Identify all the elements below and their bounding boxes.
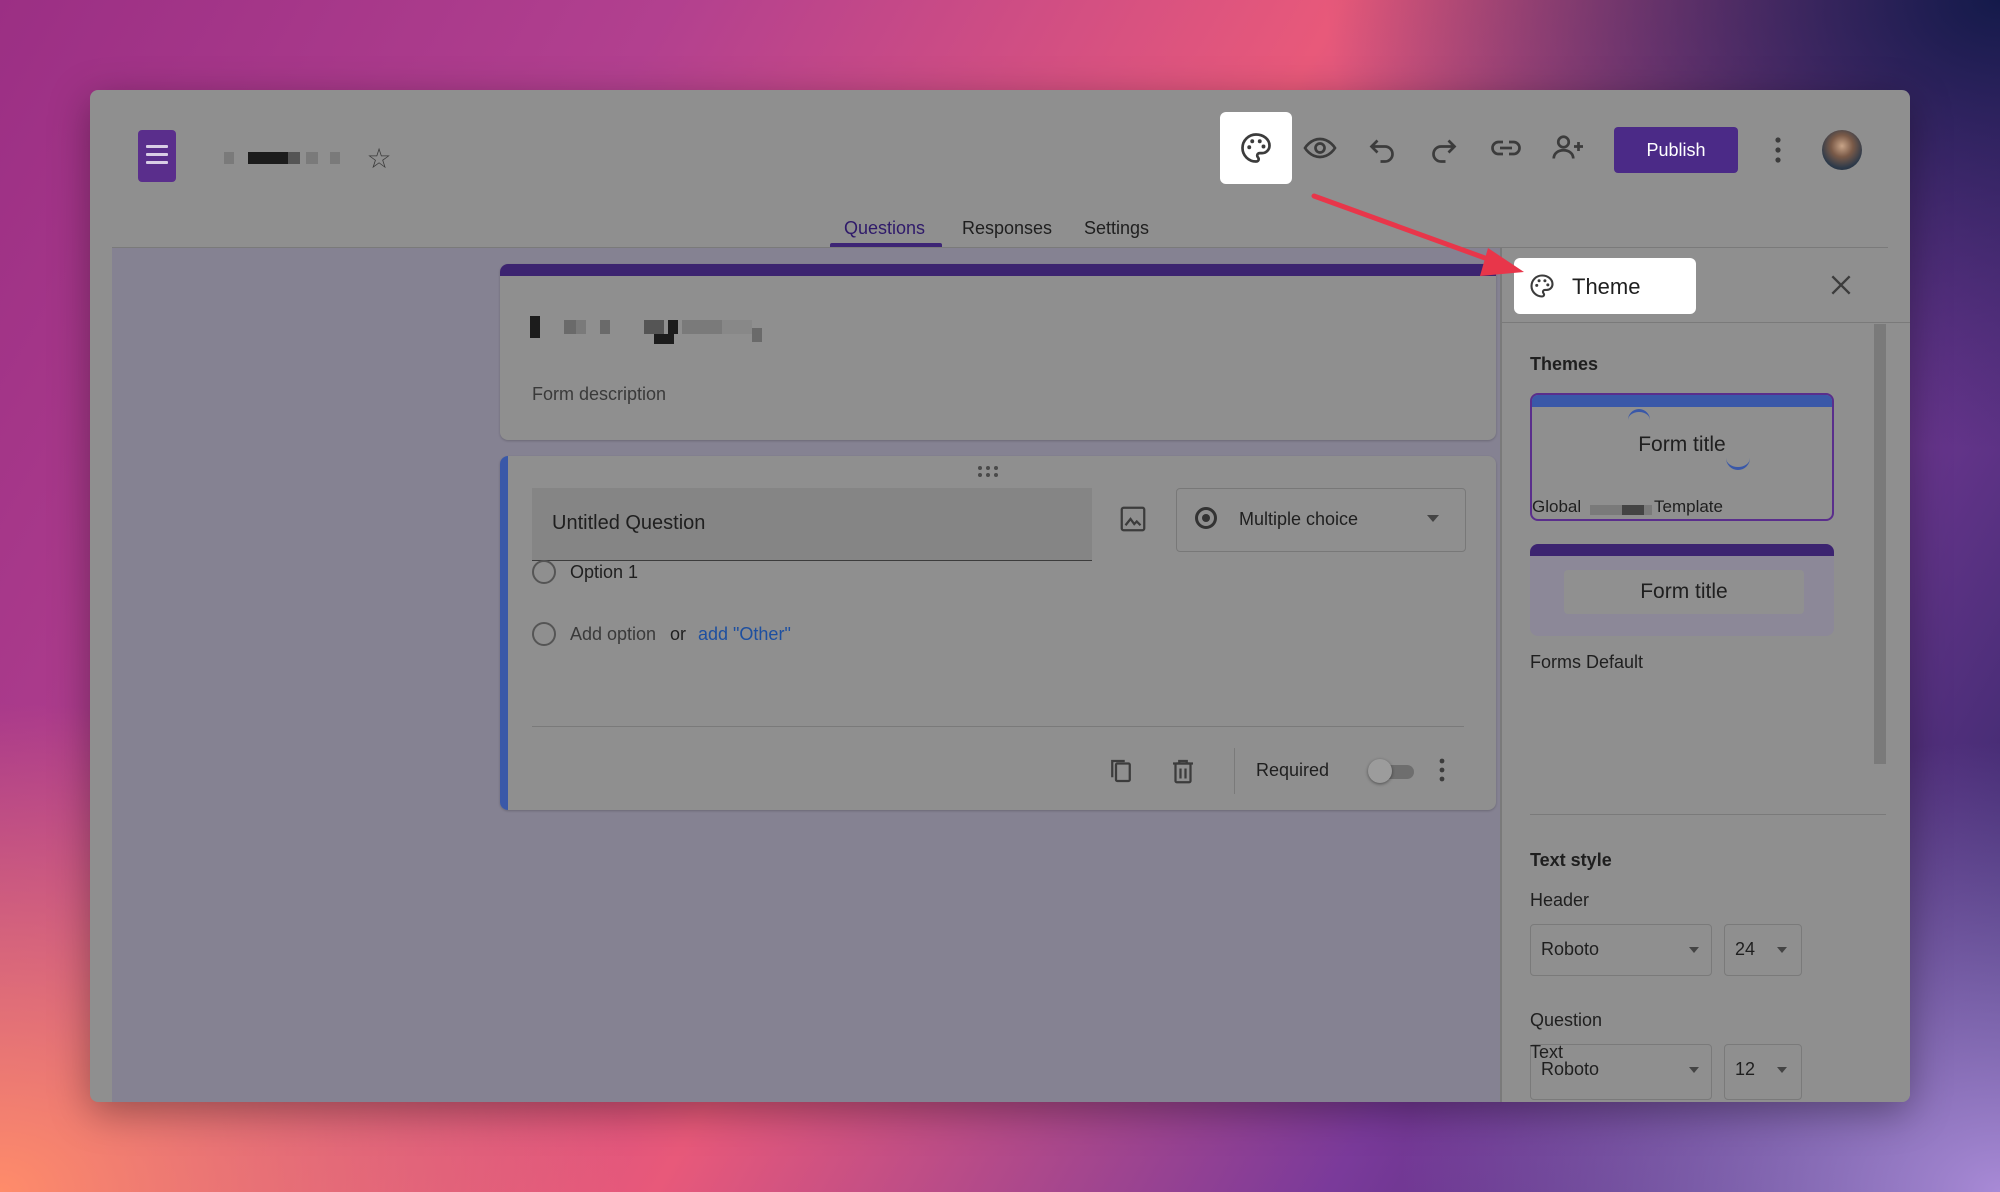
question-type-dropdown[interactable]: Multiple choice (1176, 488, 1466, 552)
header-size-value: 24 (1735, 939, 1756, 959)
theme-decoration (1726, 453, 1750, 470)
image-icon[interactable] (1118, 504, 1148, 534)
theme-section-divider (1530, 814, 1886, 815)
question-title-input[interactable]: Untitled Question (532, 488, 1092, 561)
forms-window: ☆ Publish Questions Responses Settings F… (90, 90, 1910, 1102)
or-label: or (670, 624, 687, 644)
eye-icon[interactable] (1302, 130, 1338, 166)
kebab-icon[interactable] (1772, 134, 1784, 166)
theme-card-global-template[interactable]: Form title Global Template (1530, 393, 1834, 521)
theme-title-text: Theme (1572, 274, 1641, 299)
question-type-label: Multiple choice (1239, 509, 1359, 529)
question-more-icon[interactable] (1436, 756, 1448, 784)
question-footer-divider (532, 726, 1464, 727)
theme-card-preview-title: Form title (1638, 433, 1726, 456)
form-description-field[interactable]: Form description (532, 384, 666, 405)
theme-card-accent-bar (1532, 395, 1832, 407)
redo-icon[interactable] (1426, 130, 1462, 166)
header-font-value: Roboto (1541, 939, 1600, 959)
tab-questions[interactable]: Questions (844, 218, 925, 239)
palette-button[interactable] (1220, 112, 1292, 184)
required-toggle[interactable] (1368, 759, 1416, 783)
publish-button[interactable]: Publish (1614, 127, 1738, 173)
header-style-label: Header (1530, 890, 1590, 910)
drag-handle-icon[interactable] (978, 466, 1000, 478)
form-header-card[interactable]: Form description (500, 264, 1496, 440)
theme-panel-divider (1502, 322, 1910, 323)
theme-card-name: Forms Default (1530, 652, 1644, 672)
chevron-down-icon (1777, 1067, 1787, 1073)
undo-icon[interactable] (1364, 130, 1400, 166)
theme-card-preview-title: Form title (1640, 580, 1728, 603)
question-size-select[interactable]: 12 (1724, 1044, 1802, 1100)
theme-card-accent-bar (1530, 544, 1834, 556)
themes-heading: Themes (1530, 354, 1599, 374)
chevron-down-icon (1777, 947, 1787, 953)
chevron-down-icon (1689, 1067, 1699, 1073)
footer-vertical-divider (1234, 748, 1235, 794)
required-label: Required (1256, 760, 1330, 780)
add-person-icon[interactable] (1550, 130, 1586, 166)
theme-decoration (1628, 409, 1650, 422)
theme-name-redacted (1622, 505, 1644, 515)
form-accent-bar (500, 264, 1496, 276)
question-card[interactable]: Untitled Question Multiple choice Option… (500, 456, 1496, 810)
theme-card-forms-default[interactable]: Form title (1530, 544, 1834, 636)
close-icon[interactable] (1828, 272, 1854, 298)
link-icon[interactable] (1488, 130, 1524, 166)
chevron-down-icon (1689, 947, 1699, 953)
radio-checked-icon (1195, 507, 1217, 529)
forms-doc-icon[interactable] (138, 130, 176, 182)
radio-icon (532, 622, 556, 646)
avatar[interactable] (1822, 130, 1862, 170)
tab-responses[interactable]: Responses (962, 218, 1052, 239)
add-option-button[interactable]: Add option (570, 624, 656, 645)
radio-icon (532, 560, 556, 584)
theme-panel-title: Theme (1514, 258, 1696, 314)
question-title-text: Untitled Question (552, 512, 706, 534)
question-size-value: 12 (1735, 1059, 1756, 1079)
add-other-link[interactable]: add "Other" (698, 624, 791, 645)
header-font-select[interactable]: Roboto (1530, 924, 1712, 976)
theme-card-name: Global (1532, 497, 1582, 516)
active-question-indicator (500, 456, 508, 810)
palette-icon (1530, 274, 1554, 298)
theme-panel-scrollbar[interactable] (1874, 324, 1886, 764)
text-style-label: Text (1530, 1042, 1564, 1062)
copy-icon[interactable] (1106, 756, 1136, 786)
text-style-heading: Text style (1530, 850, 1612, 870)
theme-card-name-suffix: Template (1654, 497, 1723, 516)
question-style-label: Question (1530, 1010, 1603, 1030)
palette-icon (1241, 133, 1271, 163)
trash-icon[interactable] (1168, 756, 1198, 786)
tab-settings[interactable]: Settings (1084, 218, 1149, 239)
tab-bar: Questions Responses Settings (90, 210, 1910, 250)
header-size-select[interactable]: 24 (1724, 924, 1802, 976)
star-icon[interactable]: ☆ (364, 144, 394, 174)
chevron-down-icon (1427, 515, 1439, 522)
option-1-label[interactable]: Option 1 (570, 562, 638, 583)
